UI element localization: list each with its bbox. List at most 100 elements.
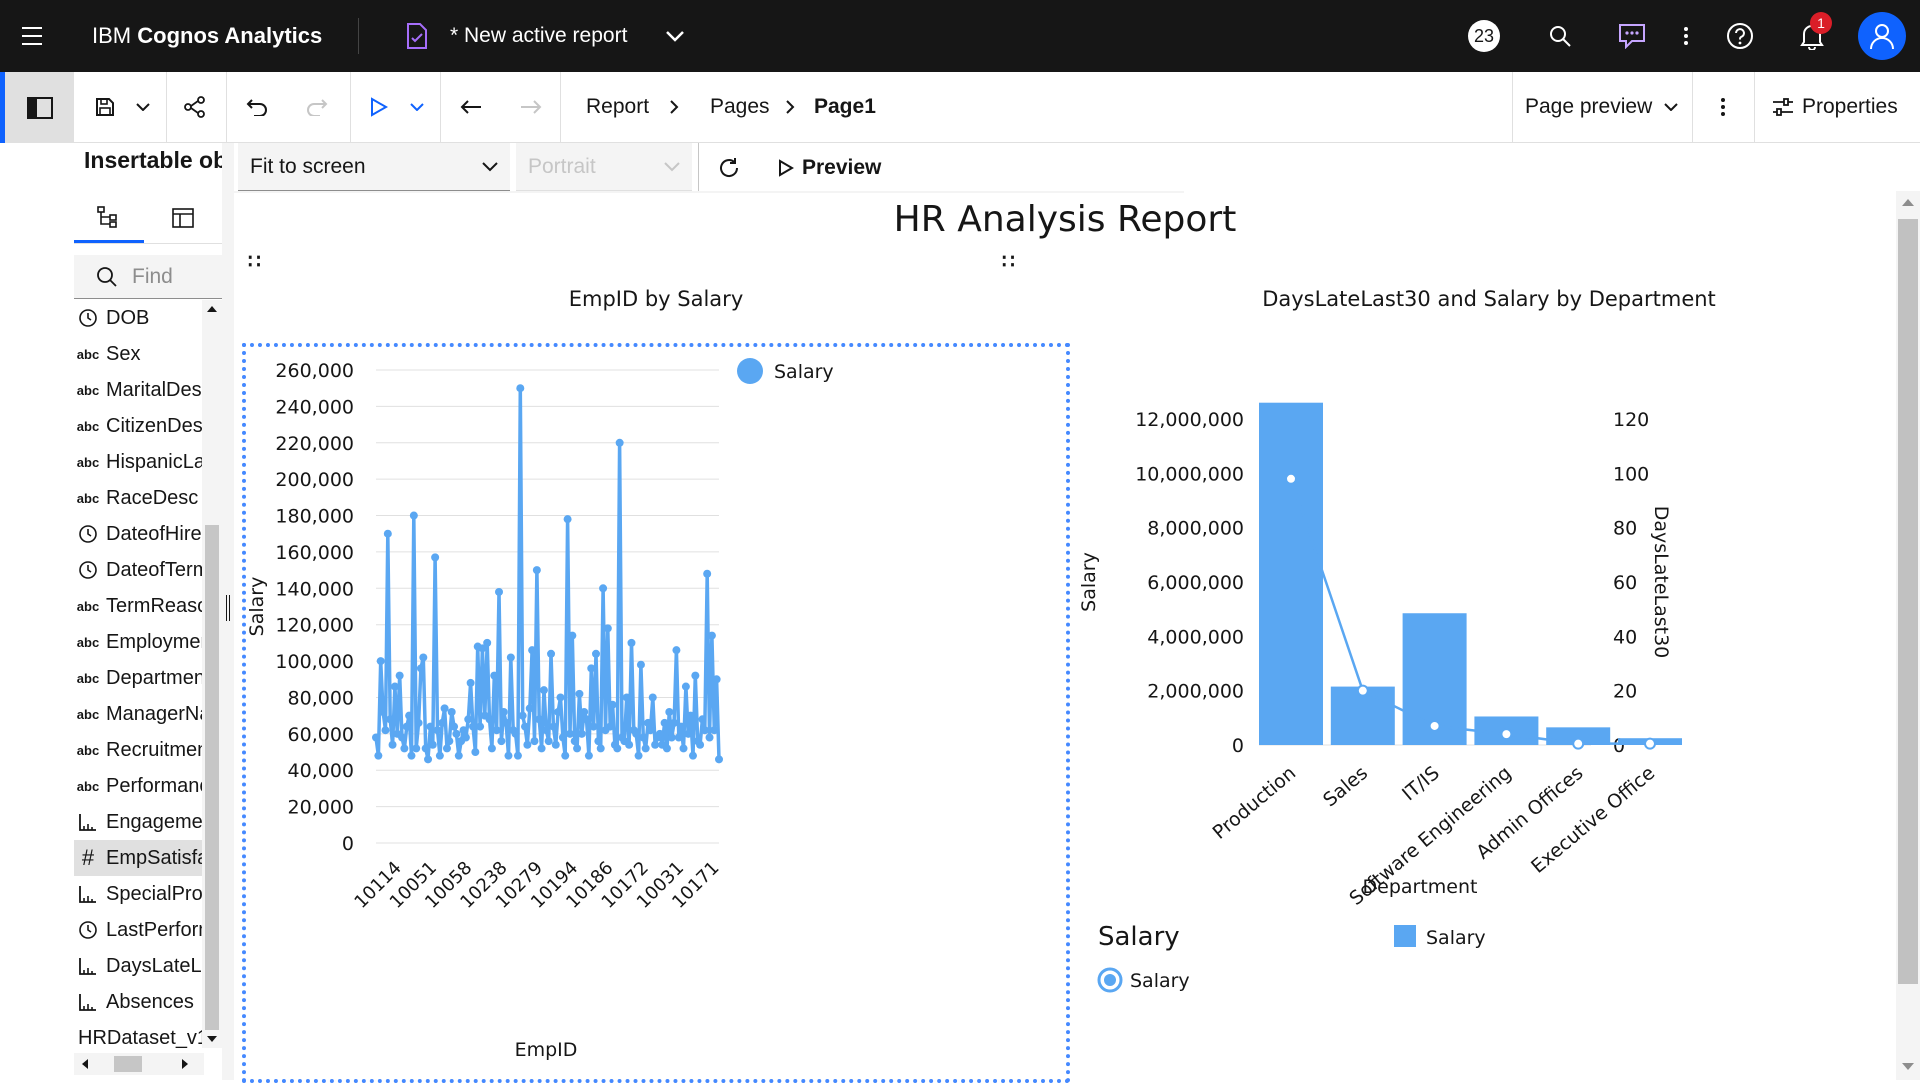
data-point [454, 751, 463, 760]
list-item[interactable]: abc Sex [74, 336, 204, 372]
data-point [386, 715, 395, 724]
data-point [573, 744, 582, 753]
panel-horizontal-scrollbar[interactable] [74, 1053, 204, 1075]
list-item[interactable]: abc RaceDesc [74, 480, 204, 516]
data-point [1285, 472, 1297, 485]
panel-vertical-scrollbar[interactable] [202, 300, 222, 1048]
data-point [407, 751, 416, 760]
find-input[interactable]: Find [74, 255, 222, 299]
page-preview-dropdown[interactable]: Page preview [1525, 90, 1678, 124]
list-item[interactable]: abc ManagerName [74, 696, 204, 732]
list-item[interactable]: EngagementSurvey [74, 804, 204, 840]
y-tick-label: 200,000 [275, 469, 354, 491]
list-item-label: TermReason [106, 594, 204, 617]
data-point [712, 675, 721, 684]
properties-button[interactable]: Properties [1772, 90, 1898, 124]
list-item[interactable]: DateofHire [74, 516, 204, 552]
list-item[interactable]: DOB [74, 300, 204, 336]
list-item[interactable]: abc TermReason [74, 588, 204, 624]
data-point [570, 737, 579, 746]
list-item[interactable]: LastPerformanceReview_Date [74, 912, 204, 948]
back-arrow-icon[interactable] [456, 90, 486, 124]
data-point [421, 744, 430, 753]
data-point [622, 693, 631, 702]
abc-icon: abc [76, 382, 100, 398]
refresh-icon[interactable] [712, 151, 746, 185]
data-point [471, 748, 480, 757]
line-chart-empid-salary[interactable]: 0 20,000 40,000 60,000 80,000 100,000 120,000 1… [246, 347, 1066, 1077]
list-item-label: EngagementSurvey [106, 810, 204, 833]
share-icon[interactable] [180, 90, 210, 124]
list-item[interactable]: Absences [74, 984, 204, 1020]
user-avatar[interactable] [1858, 12, 1906, 60]
data-point [461, 733, 470, 742]
abc-icon: abc [76, 346, 100, 362]
run-icon[interactable] [364, 90, 394, 124]
list-item[interactable]: abc RecruitmentSource [74, 732, 204, 768]
run-chevron-icon[interactable] [406, 90, 428, 124]
tab-source-tree[interactable] [74, 193, 144, 243]
list-item-label: SpecialProjectsCount [106, 882, 204, 905]
list-item[interactable]: # EmpSatisfaction [74, 840, 204, 876]
fit-to-screen-dropdown[interactable]: Fit to screen [238, 143, 510, 191]
forward-arrow-icon[interactable] [516, 90, 546, 124]
list-item[interactable]: abc EmploymentStatus [74, 624, 204, 660]
drag-handle-icon[interactable]: ∷ [248, 249, 261, 274]
topbar-divider [358, 18, 359, 54]
bar-line-chart-department[interactable]: 0 2,000,000 4,000,000 6,000,000 8,000,000 10,… [1074, 347, 1896, 1077]
count-badge[interactable]: 23 [1468, 20, 1500, 52]
toolbar-overflow-icon[interactable] [1712, 90, 1734, 124]
y-tick-label: 100,000 [275, 651, 354, 673]
drag-handle-icon[interactable]: ∷ [1002, 249, 1015, 274]
undo-icon[interactable] [242, 90, 272, 124]
data-point [715, 755, 723, 764]
data-point [419, 653, 428, 662]
chevron-down-icon[interactable] [660, 22, 690, 50]
app-brand[interactable]: IBM Cognos Analytics [92, 20, 322, 52]
abc-icon: abc [76, 490, 100, 506]
list-item[interactable]: SpecialProjectsCount [74, 876, 204, 912]
data-point [379, 708, 388, 717]
overflow-menu-icon[interactable] [1666, 16, 1706, 56]
data-point [686, 711, 695, 720]
legend-label: Salary [1130, 970, 1190, 992]
panel-splitter[interactable] [222, 143, 234, 1080]
data-point [596, 744, 605, 753]
report-title[interactable]: HR Analysis Report [234, 199, 1896, 240]
data-point [679, 744, 688, 753]
y-tick-label: 2,000,000 [1147, 681, 1244, 703]
tab-toolbox[interactable] [148, 193, 218, 243]
redo-icon[interactable] [302, 90, 332, 124]
toggle-panel-button[interactable] [0, 72, 74, 143]
save-icon[interactable] [90, 90, 120, 124]
canvas-vertical-scrollbar[interactable] [1896, 191, 1920, 1080]
help-icon[interactable] [1720, 16, 1760, 56]
list-item-dataset[interactable]: HRDataset_v14 [74, 1023, 202, 1053]
breadcrumb-pages[interactable]: Pages [710, 90, 770, 124]
chat-icon[interactable] [1612, 16, 1652, 56]
list-item[interactable]: abc MaritalDesc [74, 372, 204, 408]
data-point [1644, 737, 1656, 750]
data-point [684, 729, 693, 738]
list-item[interactable]: abc CitizenDesc [74, 408, 204, 444]
list-item[interactable]: abc HispanicLatino [74, 444, 204, 480]
menu-icon[interactable] [12, 18, 52, 54]
search-icon[interactable] [1540, 16, 1580, 56]
data-point [632, 729, 641, 738]
y-tick-label: 0 [1232, 735, 1244, 757]
abc-icon: abc [76, 778, 100, 794]
save-chevron-icon[interactable] [132, 90, 154, 124]
breadcrumb-report[interactable]: Report [586, 90, 649, 124]
preview-button[interactable]: Preview [778, 151, 881, 185]
breadcrumb-chevron-icon [664, 98, 684, 116]
data-point [1572, 737, 1585, 750]
report-doc-icon [403, 22, 431, 50]
data-point [525, 704, 534, 713]
data-point [696, 740, 705, 749]
report-name[interactable]: * New active report [450, 20, 627, 52]
data-point [625, 740, 634, 749]
list-item[interactable]: DaysLateLast30 [74, 948, 204, 984]
list-item[interactable]: abc Department [74, 660, 204, 696]
list-item[interactable]: abc PerformanceScore [74, 768, 204, 804]
list-item[interactable]: DateofTermination [74, 552, 204, 588]
